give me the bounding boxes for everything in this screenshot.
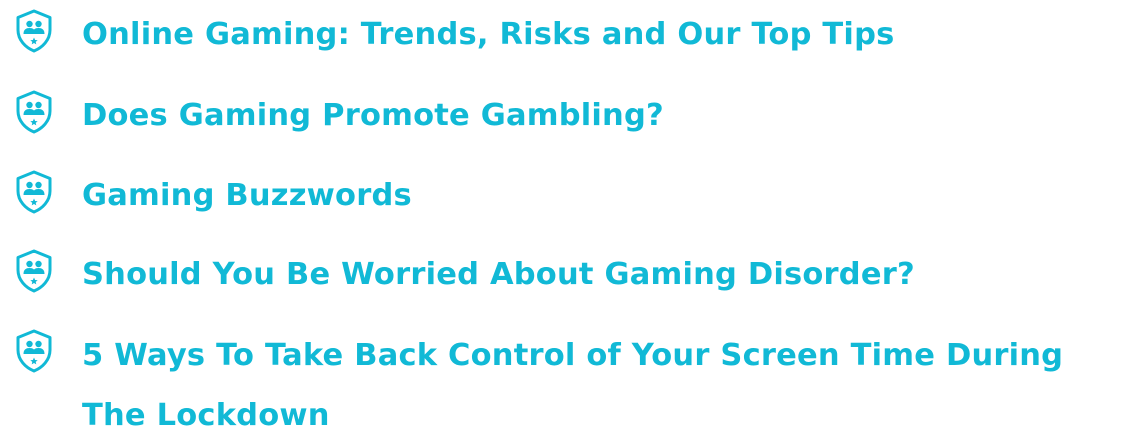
list-item: 5 Ways To Take Back Control of Your Scre… (14, 326, 1114, 446)
shield-people-star-icon (14, 9, 54, 53)
article-link-gaming-disorder[interactable]: Should You Be Worried About Gaming Disor… (82, 246, 915, 304)
article-link-online-gaming[interactable]: Online Gaming: Trends, Risks and Our Top… (82, 6, 894, 64)
article-link-screen-time-lockdown[interactable]: 5 Ways To Take Back Control of Your Scre… (82, 326, 1114, 446)
article-link-gaming-gambling[interactable]: Does Gaming Promote Gambling? (82, 87, 664, 145)
list-item: Gaming Buzzwords (14, 167, 1114, 225)
shield-people-star-icon (14, 170, 54, 214)
list-item: Should You Be Worried About Gaming Disor… (14, 246, 1114, 304)
list-item: Online Gaming: Trends, Risks and Our Top… (14, 6, 1114, 64)
shield-people-star-icon (14, 90, 54, 134)
article-link-gaming-buzzwords[interactable]: Gaming Buzzwords (82, 167, 412, 225)
shield-people-star-icon (14, 329, 54, 373)
shield-people-star-icon (14, 249, 54, 293)
list-item: Does Gaming Promote Gambling? (14, 87, 1114, 145)
